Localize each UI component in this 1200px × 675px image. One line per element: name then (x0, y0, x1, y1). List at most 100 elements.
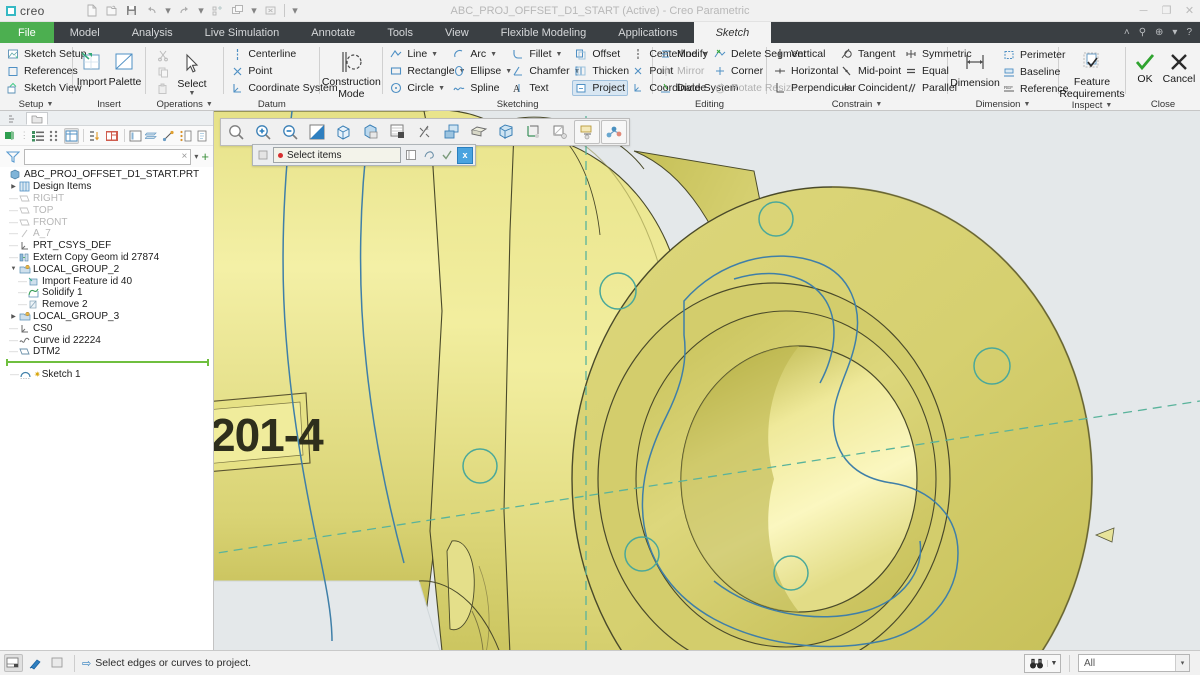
import-button[interactable]: Import (77, 46, 107, 88)
tree-item-prt-csys-def[interactable]: — PRT_CSYS_DEF (0, 240, 213, 252)
new-file-icon[interactable] (82, 2, 101, 20)
modify-button[interactable]: Modify (657, 46, 710, 62)
setup-dropdown-icon[interactable]: ▼ (46, 101, 53, 108)
view-manager-icon[interactable] (358, 120, 384, 144)
operations-dropdown-icon[interactable]: ▼ (206, 101, 213, 108)
arc-button[interactable]: Arc ▼ (450, 46, 508, 62)
expand-collapse-icon[interactable]: ▶ (9, 183, 18, 190)
layers-display-icon[interactable] (574, 120, 600, 144)
tree-item-axis-a7[interactable]: — A_7 (0, 228, 213, 240)
tree-layers-icon[interactable] (145, 128, 160, 144)
selection-filter-dropdown[interactable]: All ▾ (1078, 654, 1190, 672)
preview-icon[interactable] (48, 654, 67, 672)
display-style-icon[interactable] (493, 120, 519, 144)
project-button[interactable]: Project (572, 80, 629, 96)
model-viewport[interactable]: 201-4 (214, 111, 1200, 650)
save-file-icon[interactable] (122, 2, 141, 20)
tree-settings-icon[interactable] (195, 128, 210, 144)
expand-collapse-icon[interactable]: ▼ (9, 266, 18, 272)
tab-flexible-modeling[interactable]: Flexible Modeling (485, 22, 603, 43)
model-tree-tab[interactable] (2, 112, 24, 125)
tree-item-front-plane[interactable]: — FRONT (0, 216, 213, 228)
saved-orientations-icon[interactable] (331, 120, 357, 144)
text-button[interactable]: A Text (509, 80, 571, 96)
redo-dropdown-icon[interactable]: ▾ (195, 2, 207, 20)
sketch-csys-button[interactable]: Coordinate System (629, 80, 739, 96)
ribbon-group-constrain-label[interactable]: Constrain ▼ (767, 98, 947, 110)
line-dropdown-icon[interactable]: ▼ (431, 51, 438, 58)
tree-search-input[interactable]: × (24, 148, 192, 165)
filter-dropdown-icon[interactable]: ▾ (194, 152, 198, 161)
arc-dropdown-icon[interactable]: ▼ (490, 51, 497, 58)
undo-icon[interactable] (142, 2, 161, 20)
select-button[interactable]: Select ▼ (172, 46, 212, 98)
expand-collapse-icon[interactable]: ▶ (9, 313, 18, 320)
folder-browser-tab[interactable] (26, 112, 48, 125)
dialog-grip[interactable] (255, 146, 271, 164)
dimension-button[interactable]: Dimension (950, 46, 1000, 89)
clear-filter-icon[interactable]: × (182, 151, 188, 162)
help-center-icon[interactable]: ⊕ (1155, 27, 1163, 38)
select-dropdown-icon[interactable]: ▼ (189, 90, 196, 98)
ok-button[interactable]: OK (1130, 49, 1160, 85)
search-icon[interactable]: ⚲ (1139, 27, 1146, 38)
graphics-area[interactable]: 201-4 x Select items x (214, 111, 1200, 650)
repaint-icon[interactable] (304, 120, 330, 144)
help-icon[interactable]: ? (1186, 27, 1192, 38)
minimize-button[interactable]: ─ (1137, 5, 1150, 17)
tree-item-design-items[interactable]: ▶ Design Items (0, 181, 213, 193)
circle-button[interactable]: Circle ▼ (387, 80, 449, 96)
sketch-point-button[interactable]: Point (629, 63, 673, 79)
annotation-display-icon[interactable] (439, 120, 465, 144)
tab-analysis[interactable]: Analysis (116, 22, 189, 43)
selection-filter-icon[interactable] (4, 654, 23, 672)
perspective-view-icon[interactable] (520, 120, 546, 144)
selection-filter-arrow-icon[interactable]: ▾ (1175, 655, 1189, 671)
coincident-constraint-button[interactable]: Coincident (838, 80, 908, 96)
tree-item-curve[interactable]: — Curve id 22224 (0, 334, 213, 346)
highlight-icon[interactable] (26, 654, 45, 672)
zoom-in-icon[interactable] (250, 120, 276, 144)
perpendicular-constraint-button[interactable]: Perpendicular (771, 80, 856, 96)
line-button[interactable]: Line ▼ (387, 46, 449, 62)
tree-list-icon[interactable] (31, 128, 46, 144)
ribbon-group-operations-label[interactable]: Operations ▼ (146, 98, 223, 110)
ellipse-button[interactable]: Ellipse ▼ (450, 63, 512, 79)
tree-item-solidify-1[interactable]: — Solidify 1 (0, 287, 213, 299)
constrain-dropdown-icon[interactable]: ▼ (875, 101, 882, 108)
redo-icon[interactable] (175, 2, 194, 20)
accept-button[interactable] (439, 147, 455, 164)
tree-layout-icon[interactable] (128, 128, 143, 144)
find-tool[interactable]: ▼ (1024, 653, 1061, 673)
tab-live-simulation[interactable]: Live Simulation (189, 22, 296, 43)
regenerate-icon[interactable] (208, 2, 227, 20)
midpoint-constraint-button[interactable]: Mid-point (838, 63, 901, 79)
sketcher-diagnostics-icon[interactable] (601, 120, 627, 144)
model-tree-toggle-icon[interactable] (3, 128, 18, 144)
tree-item-sketch-1[interactable]: — ✷ Sketch 1 (0, 369, 213, 381)
tree-table-icon[interactable] (64, 127, 80, 144)
tree-item-local-group-3[interactable]: ▶ LOCAL_GROUP_3 (0, 311, 213, 323)
tree-item-dtm2[interactable]: — DTM2 (0, 346, 213, 358)
inspect-dropdown-icon[interactable]: ▼ (1105, 102, 1112, 109)
tab-annotate[interactable]: Annotate (295, 22, 371, 43)
fillet-button[interactable]: Fillet ▼ (509, 46, 571, 62)
chamfer-button[interactable]: Chamfer ▼ (509, 63, 581, 79)
tree-item-part-root[interactable]: ABC_PROJ_OFFSET_D1_START.PRT (0, 169, 213, 181)
undo-dropdown-icon[interactable]: ▾ (162, 2, 174, 20)
datum-display-filters-icon[interactable]: x (412, 120, 438, 144)
tangent-constraint-button[interactable]: Tangent (838, 46, 901, 62)
close-button[interactable]: x (457, 146, 473, 164)
tree-branch-icon[interactable] (162, 128, 177, 144)
close-button[interactable]: ✕ (1183, 4, 1196, 17)
cancel-button[interactable]: Cancel (1162, 49, 1196, 85)
tree-columns-icon[interactable] (47, 128, 62, 144)
details-button[interactable] (403, 147, 419, 164)
spin-center-icon[interactable] (466, 120, 492, 144)
tree-item-right-plane[interactable]: — RIGHT (0, 193, 213, 205)
tree-display-icon[interactable] (105, 128, 120, 144)
refit-icon[interactable] (223, 120, 249, 144)
open-file-icon[interactable] (102, 2, 121, 20)
tab-applications[interactable]: Applications (602, 22, 693, 43)
tab-model[interactable]: Model (54, 22, 116, 43)
